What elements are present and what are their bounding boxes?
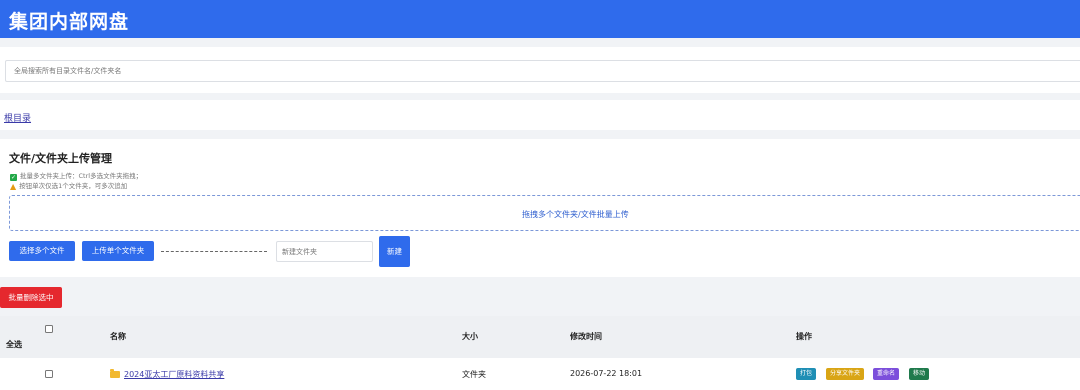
new-folder-name-input[interactable] — [276, 241, 373, 262]
app-header: 集团内部网盘 — [0, 0, 1080, 38]
move-button[interactable]: 移动 — [909, 368, 930, 380]
size-cell: 文件夹 — [462, 370, 486, 379]
upload-dropzone[interactable]: 拖拽多个文件夹/文件批量上传 — [9, 195, 1080, 231]
rename-button[interactable]: 重命名 — [873, 368, 900, 380]
select-all-label: 全选 — [6, 340, 22, 349]
column-header-size[interactable]: 大小 — [462, 331, 478, 342]
column-header-name[interactable]: 名称 — [110, 331, 126, 342]
create-folder-button[interactable]: 新建 — [379, 236, 410, 267]
dropzone-text: 拖拽多个文件夹/文件批量上传 — [522, 210, 629, 219]
table-header: 全选 名称 大小 修改时间 操作 — [0, 316, 1080, 358]
upload-section-title: 文件/文件夹上传管理 — [9, 152, 113, 165]
tip-limit-text: 按钮单次仅选1个文件夹，可多次追加 — [19, 182, 128, 190]
search-panel — [0, 47, 1080, 93]
pack-button[interactable]: 打包 — [796, 368, 817, 380]
tip-batch-text: 批量多文件夹上传：Ctrl多选文件夹拖拽； — [20, 172, 143, 180]
tip-limit: ▲ 按钮单次仅选1个文件夹，可多次追加 — [10, 180, 128, 191]
modified-cell: 2026-07-22 18:01 — [570, 369, 643, 378]
column-header-modified[interactable]: 修改时间 — [570, 331, 602, 342]
share-folder-button[interactable]: 分享文件夹 — [826, 368, 865, 380]
upload-panel: 文件/文件夹上传管理 ✓ 批量多文件夹上传：Ctrl多选文件夹拖拽； ▲ 按钮单次仅… — [0, 139, 1080, 277]
file-name-cell: 2024亚太工厂原料资料共享 — [110, 369, 224, 380]
breadcrumb: 根目录 — [0, 100, 1080, 130]
warning-icon: ▲ — [10, 182, 17, 191]
folder-icon — [110, 369, 120, 378]
global-search-input[interactable] — [5, 60, 1080, 82]
batch-delete-button[interactable]: 批量删除选中 — [0, 287, 62, 308]
column-header-actions: 操作 — [796, 332, 812, 341]
root-directory-link[interactable]: 根目录 — [4, 111, 31, 124]
app-title: 集团内部网盘 — [9, 11, 130, 33]
select-all-checkbox[interactable] — [45, 325, 53, 333]
divider — [161, 251, 267, 252]
select-files-button[interactable]: 选择多个文件 — [9, 241, 75, 261]
folder-name-link[interactable]: 2024亚太工厂原料资料共享 — [124, 370, 224, 379]
upload-folder-button[interactable]: 上传单个文件夹 — [82, 241, 154, 261]
row-checkbox[interactable] — [45, 370, 53, 378]
table-row: 2024亚太工厂原料资料共享 文件夹 2026-07-22 18:01 打包 分… — [0, 358, 1080, 390]
